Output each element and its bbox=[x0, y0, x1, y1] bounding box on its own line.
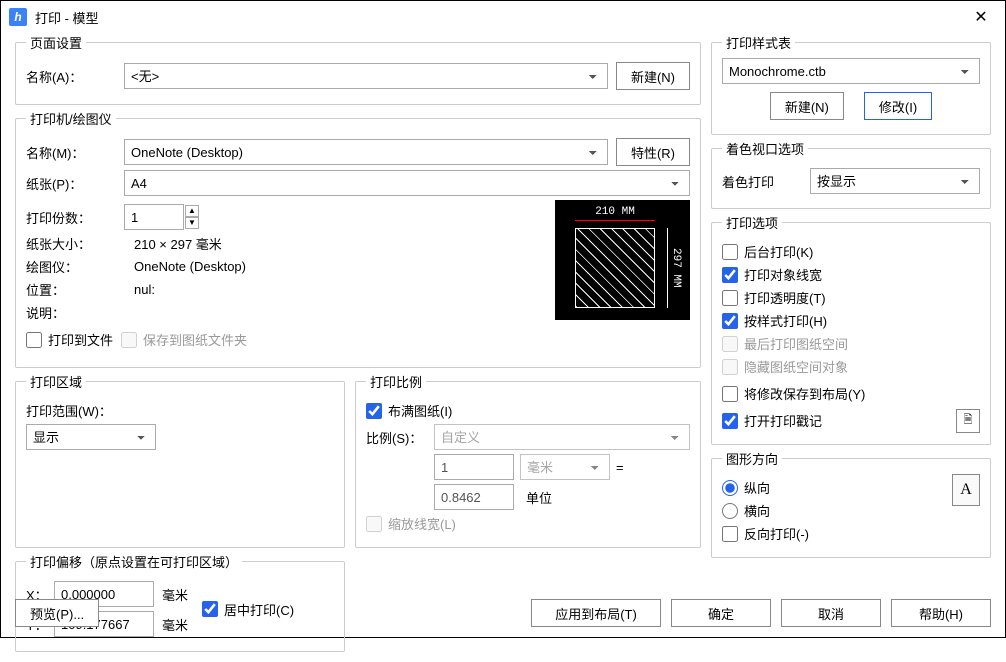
help-button[interactable]: 帮助(H) bbox=[891, 599, 991, 627]
print-range-label: 打印范围(W)： bbox=[26, 401, 112, 420]
preview-button[interactable]: 预览(P)... bbox=[15, 599, 99, 627]
orientation-group: 图形方向 纵向 横向 反向打印(-) A bbox=[711, 449, 991, 558]
save-to-sheet-check: 保存到图纸文件夹 bbox=[121, 330, 247, 349]
fit-to-paper-check[interactable]: 布满图纸(I) bbox=[366, 401, 690, 420]
style-new-button[interactable]: 新建(N) bbox=[770, 92, 844, 120]
preview-width-label: 210 MM bbox=[575, 206, 655, 221]
print-to-file-check[interactable]: 打印到文件 bbox=[26, 330, 113, 349]
print-area-group: 打印区域 打印范围(W)： 显示 bbox=[15, 372, 345, 548]
print-range-select[interactable]: 显示 bbox=[26, 424, 156, 450]
opt-transparency-check[interactable]: 打印透明度(T) bbox=[722, 288, 980, 307]
apply-to-layout-button[interactable]: 应用到布局(T) bbox=[531, 599, 661, 627]
print-area-legend: 打印区域 bbox=[26, 372, 86, 391]
window-title: 打印 - 模型 bbox=[35, 8, 965, 27]
printer-group: 打印机/绘图仪 名称(M)： OneNote (Desktop) 特性(R) 纸… bbox=[15, 109, 701, 368]
copies-stepper[interactable]: ▲▼ bbox=[124, 204, 199, 230]
opt-last-paperspace-check: 最后打印图纸空间 bbox=[722, 334, 980, 353]
plotter-label: 绘图仪： bbox=[26, 257, 126, 276]
shaded-viewport-group: 着色视口选项 着色打印 按显示 bbox=[711, 139, 991, 209]
page-setup-group: 页面设置 名称(A)： <无> 新建(N) bbox=[15, 33, 701, 105]
plot-style-legend: 打印样式表 bbox=[722, 33, 795, 52]
equals-label: = bbox=[616, 460, 624, 475]
page-setup-legend: 页面设置 bbox=[26, 33, 86, 52]
spin-down-icon[interactable]: ▼ bbox=[185, 217, 199, 229]
shaded-label: 着色打印 bbox=[722, 172, 802, 191]
orientation-legend: 图形方向 bbox=[722, 449, 782, 468]
page-setup-name-label: 名称(A)： bbox=[26, 67, 116, 86]
scale-den-unit-label: 单位 bbox=[520, 488, 610, 507]
preview-height-label: 297 MM bbox=[667, 228, 682, 308]
printer-legend: 打印机/绘图仪 bbox=[26, 109, 116, 128]
close-icon[interactable]: ✕ bbox=[965, 7, 997, 27]
preview-paper-icon bbox=[575, 228, 655, 308]
print-scale-legend: 打印比例 bbox=[366, 372, 426, 391]
printer-props-button[interactable]: 特性(R) bbox=[616, 138, 690, 166]
orient-reverse-check[interactable]: 反向打印(-) bbox=[722, 524, 952, 543]
ratio-select: 自定义 bbox=[434, 424, 690, 450]
dialog-footer: 预览(P)... 应用到布局(T) 确定 取消 帮助(H) bbox=[15, 599, 991, 627]
opt-stamp-check[interactable]: 打开打印戳记 bbox=[722, 411, 822, 430]
location-value: nul: bbox=[134, 282, 545, 297]
spin-up-icon[interactable]: ▲ bbox=[185, 205, 199, 217]
opt-hide-paperspace-check: 隐藏图纸空间对象 bbox=[722, 357, 980, 376]
copies-label: 打印份数： bbox=[26, 208, 116, 227]
print-options-legend: 打印选项 bbox=[722, 213, 782, 232]
ratio-label: 比例(S)： bbox=[366, 428, 426, 447]
location-label: 位置： bbox=[26, 280, 126, 299]
cancel-button[interactable]: 取消 bbox=[781, 599, 881, 627]
scale-den-input bbox=[434, 484, 514, 510]
paper-size-label: 纸张大小： bbox=[26, 234, 126, 253]
titlebar: h 打印 - 模型 ✕ bbox=[1, 1, 1005, 33]
printer-name-label: 名称(M)： bbox=[26, 143, 116, 162]
style-modify-button[interactable]: 修改(I) bbox=[864, 92, 932, 120]
shaded-select[interactable]: 按显示 bbox=[810, 168, 980, 194]
scale-num-input bbox=[434, 454, 514, 480]
plot-style-group: 打印样式表 Monochrome.ctb 新建(N) 修改(I) bbox=[711, 33, 991, 135]
scale-lineweight-check: 缩放线宽(L) bbox=[366, 514, 690, 533]
print-dialog: h 打印 - 模型 ✕ 页面设置 名称(A)： <无> 新建(N) 打印机/绘图… bbox=[0, 0, 1006, 638]
opt-lineweight-check[interactable]: 打印对象线宽 bbox=[722, 265, 980, 284]
page-setup-new-button[interactable]: 新建(N) bbox=[616, 62, 690, 90]
paper-preview: 210 MM 297 MM bbox=[555, 200, 690, 320]
opt-by-style-check[interactable]: 按样式打印(H) bbox=[722, 311, 980, 330]
paper-label: 纸张(P)： bbox=[26, 174, 116, 193]
shaded-viewport-legend: 着色视口选项 bbox=[722, 139, 808, 158]
print-options-group: 打印选项 后台打印(K) 打印对象线宽 打印透明度(T) 按样式打印(H) 最后… bbox=[711, 213, 991, 445]
plot-style-select[interactable]: Monochrome.ctb bbox=[722, 58, 980, 84]
page-setup-name-select[interactable]: <无> bbox=[124, 63, 608, 89]
opt-background-check[interactable]: 后台打印(K) bbox=[722, 242, 980, 261]
desc-label: 说明： bbox=[26, 303, 126, 322]
print-offset-legend: 打印偏移（原点设置在可打印区域） bbox=[26, 552, 242, 571]
printer-name-select[interactable]: OneNote (Desktop) bbox=[124, 139, 608, 165]
paper-size-value: 210 × 297 毫米 bbox=[134, 234, 545, 253]
print-scale-group: 打印比例 布满图纸(I) 比例(S)： 自定义 毫米 = 单位 bbox=[355, 372, 701, 548]
paper-select[interactable]: A4 bbox=[124, 170, 690, 196]
opt-save-layout-check[interactable]: 将修改保存到布局(Y) bbox=[722, 384, 865, 403]
stamp-settings-icon[interactable]: 🗎 bbox=[956, 409, 980, 433]
copies-input[interactable] bbox=[124, 204, 184, 230]
plotter-value: OneNote (Desktop) bbox=[134, 259, 545, 274]
app-logo-icon: h bbox=[9, 8, 27, 26]
orientation-icon: A bbox=[952, 474, 980, 506]
orient-portrait-radio[interactable]: 纵向 bbox=[722, 478, 952, 497]
ok-button[interactable]: 确定 bbox=[671, 599, 771, 627]
orient-landscape-radio[interactable]: 横向 bbox=[722, 501, 952, 520]
scale-num-unit-select: 毫米 bbox=[520, 454, 610, 480]
